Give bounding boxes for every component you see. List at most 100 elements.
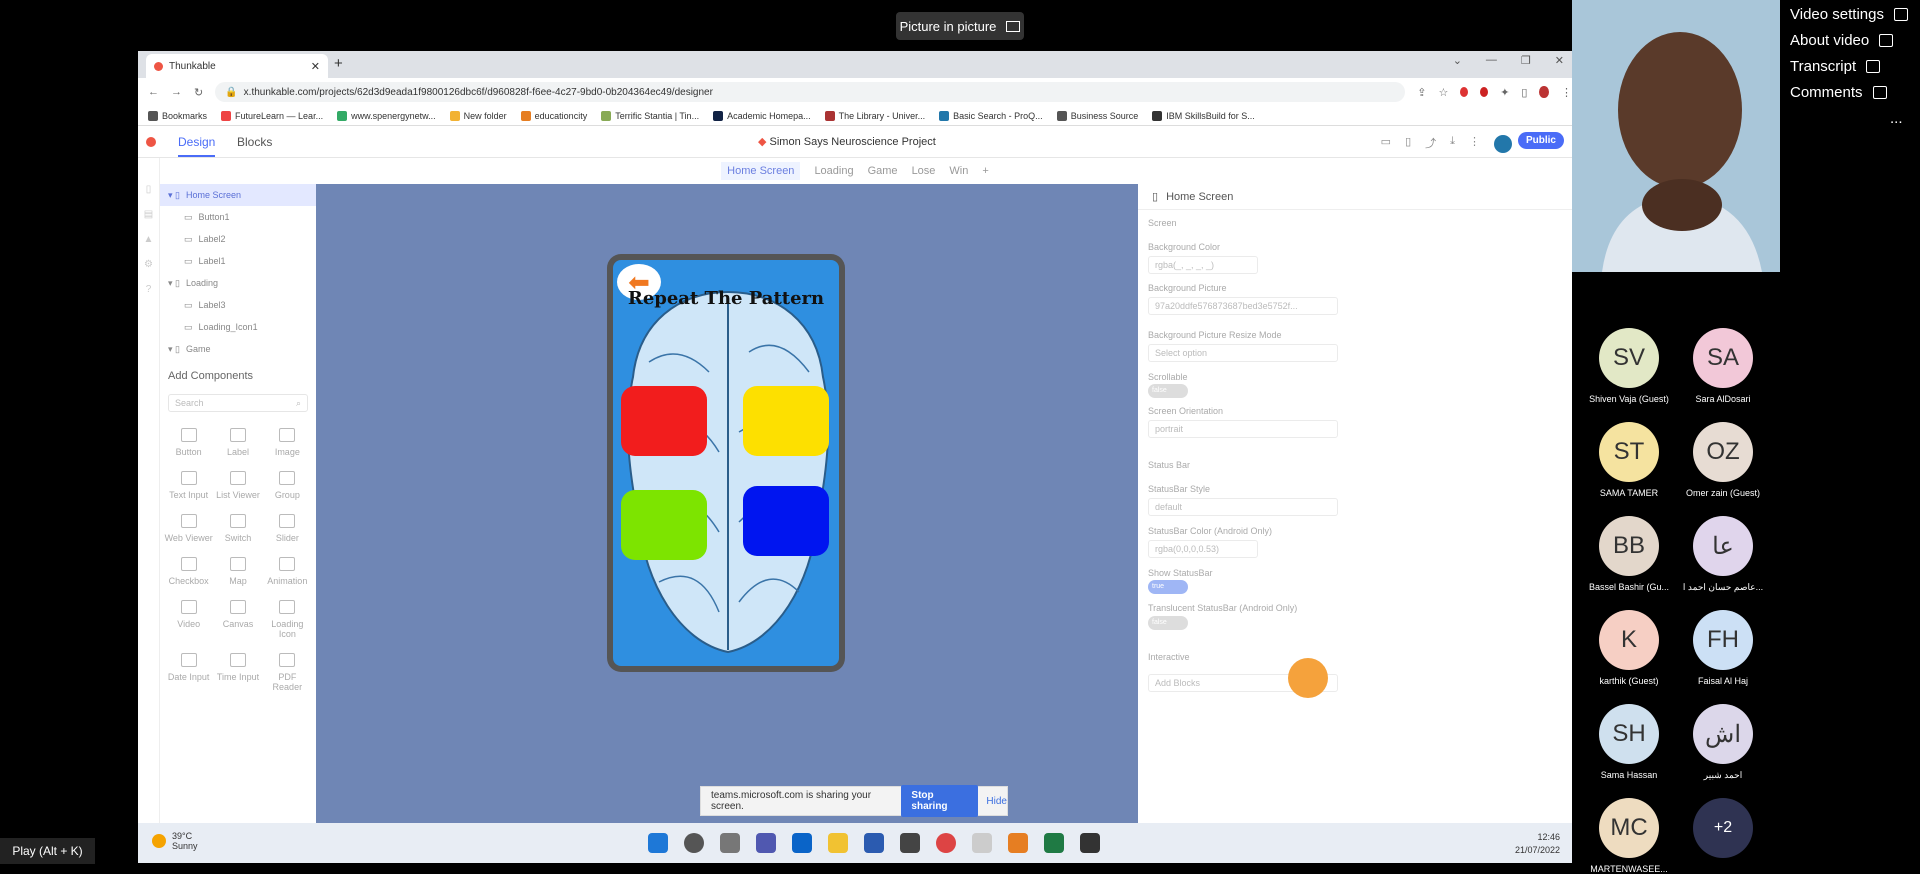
show-statusbar-toggle[interactable]: true	[1148, 580, 1188, 594]
close-tab-icon[interactable]: ✕	[311, 60, 320, 73]
tab-design[interactable]: Design	[178, 135, 216, 157]
picture-in-picture-button[interactable]: Picture in picture	[896, 12, 1024, 40]
bookmark-item[interactable]: Terrific Stantia | Tin...	[601, 110, 699, 121]
yellow-pad[interactable]	[743, 386, 829, 456]
section-interactive[interactable]: Interactive	[1148, 652, 1190, 662]
weather-widget[interactable]: 39°C Sunny	[152, 831, 198, 851]
participant-tile[interactable]: FH Faisal Al Haj	[1668, 610, 1778, 686]
tree-item[interactable]: ▾ ▯ Home Screen	[160, 184, 316, 206]
word-icon[interactable]	[864, 833, 884, 853]
participant-tile[interactable]: OZ Omer zain (Guest)	[1668, 422, 1778, 498]
video-menu-transcript[interactable]: Transcript	[1790, 58, 1881, 75]
component-search-input[interactable]: Search ⌕	[168, 394, 308, 412]
video-menu-video-settings[interactable]: Video settings	[1790, 6, 1908, 23]
tab-search-icon[interactable]: ⌄	[1453, 54, 1462, 67]
task-view-icon[interactable]	[720, 833, 740, 853]
tab-win[interactable]: Win	[949, 165, 968, 177]
participant-tile[interactable]: عا عاصم حسان احمد ا...	[1668, 516, 1778, 593]
resize-mode-select[interactable]: Select option	[1148, 344, 1338, 362]
section-screen[interactable]: Screen	[1148, 218, 1177, 228]
bookmark-item[interactable]: educationcity	[520, 110, 587, 121]
tab-home-screen[interactable]: Home Screen	[721, 162, 801, 180]
component-list-viewer[interactable]: List Viewer	[213, 471, 262, 500]
component-loading-icon[interactable]: Loading Icon	[263, 600, 312, 639]
component-text-input[interactable]: Text Input	[164, 471, 213, 500]
system-tray[interactable]: 12:46 21/07/2022	[1515, 831, 1560, 857]
tree-item[interactable]: ▭ Label3	[160, 294, 316, 316]
app-icon[interactable]	[1080, 833, 1100, 853]
component-pdf-reader[interactable]: PDF Reader	[263, 653, 312, 692]
bookmark-item[interactable]: Academic Homepa...	[713, 110, 811, 121]
calculator-icon[interactable]	[900, 833, 920, 853]
back-icon[interactable]: ←	[148, 86, 159, 98]
bookmark-item[interactable]: The Library - Univer...	[824, 110, 925, 121]
close-window-icon[interactable]: ✕	[1555, 54, 1564, 67]
video-menu-comments[interactable]: Comments	[1790, 84, 1887, 101]
tab-lose[interactable]: Lose	[912, 165, 936, 177]
menu-icon[interactable]: ⋮	[1561, 86, 1572, 99]
blue-pad[interactable]	[743, 486, 829, 556]
new-tab-icon[interactable]: +	[334, 55, 343, 72]
excel-icon[interactable]	[1044, 833, 1064, 853]
component-image[interactable]: Image	[263, 428, 312, 457]
phone-view-icon[interactable]: ▯	[1405, 135, 1411, 153]
forward-icon[interactable]: →	[171, 86, 182, 98]
share-icon[interactable]: ⇪	[1417, 86, 1426, 99]
start-icon[interactable]	[648, 833, 668, 853]
participant-tile[interactable]: اش احمد شبير	[1668, 704, 1778, 781]
restore-icon[interactable]: ❐	[1521, 54, 1531, 67]
tab-game[interactable]: Game	[868, 165, 898, 177]
bookmark-item[interactable]: FutureLearn — Lear...	[221, 110, 323, 121]
star-icon[interactable]: ☆	[1438, 86, 1448, 99]
orientation-select[interactable]: portrait	[1148, 420, 1338, 438]
tab-loading[interactable]: Loading	[814, 165, 853, 177]
phone-icon[interactable]: ▯	[146, 184, 152, 195]
section-status-bar[interactable]: Status Bar	[1148, 460, 1190, 470]
component-checkbox[interactable]: Checkbox	[164, 557, 213, 586]
chat-widget-icon[interactable]	[1288, 658, 1328, 698]
bookmark-item[interactable]: Basic Search - ProQ...	[939, 110, 1043, 121]
tree-item[interactable]: ▭ Loading_Icon1	[160, 316, 316, 338]
extensions-icon[interactable]: ✦	[1500, 86, 1509, 99]
translucent-toggle[interactable]: false	[1148, 616, 1188, 630]
bookmark-item[interactable]: Business Source	[1056, 110, 1138, 121]
tree-item[interactable]: ▭ Label1	[160, 250, 316, 272]
user-avatar[interactable]	[1494, 135, 1512, 153]
bookmark-item[interactable]: New folder	[449, 110, 507, 121]
component-video[interactable]: Video	[164, 600, 213, 639]
tree-item[interactable]: ▭ Button1	[160, 206, 316, 228]
participant-tile[interactable]: +2	[1668, 798, 1778, 864]
extension-icon[interactable]	[1460, 87, 1469, 97]
public-button[interactable]: Public	[1517, 132, 1564, 149]
component-button[interactable]: Button	[164, 428, 213, 457]
file-explorer-icon[interactable]	[828, 833, 848, 853]
tablet-view-icon[interactable]: ▭	[1381, 135, 1391, 153]
image-icon[interactable]: ▲	[144, 234, 154, 245]
participant-tile[interactable]: SA Sara AlDosari	[1668, 328, 1778, 404]
notepad-icon[interactable]	[972, 833, 992, 853]
profile-icon[interactable]	[1539, 86, 1549, 98]
statusbar-color-field[interactable]: rgba(0,0,0,0.53)	[1148, 540, 1258, 558]
component-group[interactable]: Group	[263, 471, 312, 500]
more-icon[interactable]: ⋮	[1469, 135, 1480, 153]
component-canvas[interactable]: Canvas	[213, 600, 262, 639]
bg-color-field[interactable]: rgba(_, _, _, _)	[1148, 256, 1258, 274]
app-icon[interactable]	[1008, 833, 1028, 853]
tree-item[interactable]: ▾ ▯ Loading	[160, 272, 316, 294]
help-icon[interactable]: ?	[146, 284, 152, 295]
address-field[interactable]: 🔒 x.thunkable.com/projects/62d3d9eada1f9…	[215, 82, 1406, 102]
statusbar-style-select[interactable]: default	[1148, 498, 1338, 516]
database-icon[interactable]: ▤	[144, 209, 153, 220]
component-animation[interactable]: Animation	[263, 557, 312, 586]
sidebar-icon[interactable]: ▯	[1521, 86, 1527, 99]
minimize-icon[interactable]: —	[1486, 54, 1497, 67]
add-screen-button[interactable]: +	[982, 165, 988, 177]
hide-button[interactable]: Hide	[986, 796, 1007, 807]
share-icon[interactable]: ⤴	[1425, 135, 1436, 153]
tab-blocks[interactable]: Blocks	[237, 135, 272, 149]
bookmark-item[interactable]: www.spenergynetw...	[337, 110, 436, 121]
component-date-input[interactable]: Date Input	[164, 653, 213, 692]
bookmark-item[interactable]: Bookmarks	[148, 110, 207, 121]
component-slider[interactable]: Slider	[263, 514, 312, 543]
component-web-viewer[interactable]: Web Viewer	[164, 514, 213, 543]
